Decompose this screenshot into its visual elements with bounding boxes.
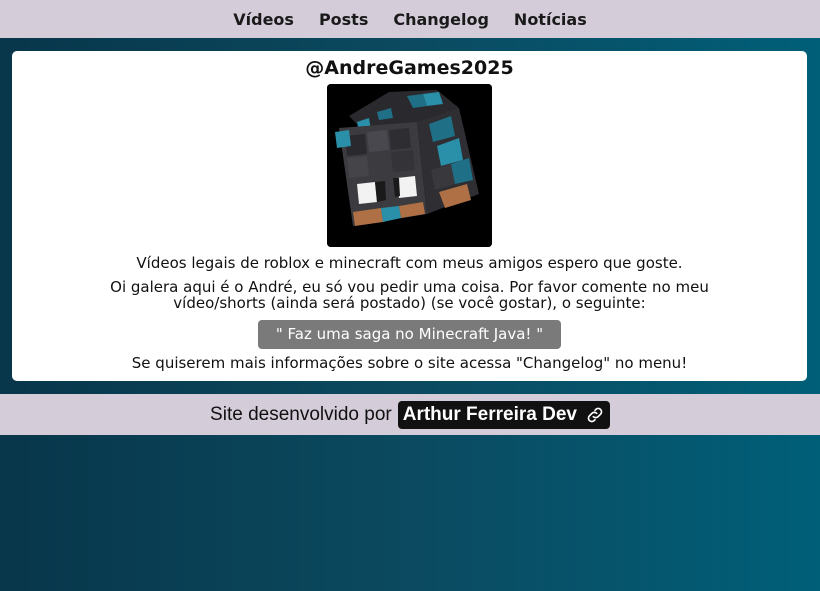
profile-info: Se quiserem mais informações sobre o sit…	[131, 354, 688, 372]
profile-card: @AndreGames2025 Vídeos legais de roblox …	[12, 51, 807, 381]
footer-prefix: Site desenvolvido por	[210, 403, 392, 425]
nav-item-posts[interactable]: Posts	[319, 10, 368, 29]
nav-item-noticias[interactable]: Notícias	[514, 10, 587, 29]
profile-handle: @AndreGames2025	[305, 57, 514, 79]
footer-bar: Site desenvolvido por Arthur Ferreira De…	[0, 394, 820, 435]
profile-description: Vídeos legais de roblox e minecraft com …	[136, 254, 683, 272]
minecraft-head-avatar-icon	[327, 84, 492, 247]
top-nav: Vídeos Posts Changelog Notícias	[0, 0, 820, 38]
nav-item-videos[interactable]: Vídeos	[233, 10, 294, 29]
avatar	[327, 84, 492, 247]
profile-message: Oi galera aqui é o André, eu só vou pedi…	[110, 278, 709, 312]
nav-item-changelog[interactable]: Changelog	[393, 10, 489, 29]
developer-name: Arthur Ferreira Dev	[402, 403, 577, 425]
quote-badge[interactable]: " Faz uma saga no Minecraft Java! "	[257, 320, 562, 349]
developer-link[interactable]: Arthur Ferreira Dev	[397, 400, 610, 429]
link-icon	[587, 407, 603, 422]
